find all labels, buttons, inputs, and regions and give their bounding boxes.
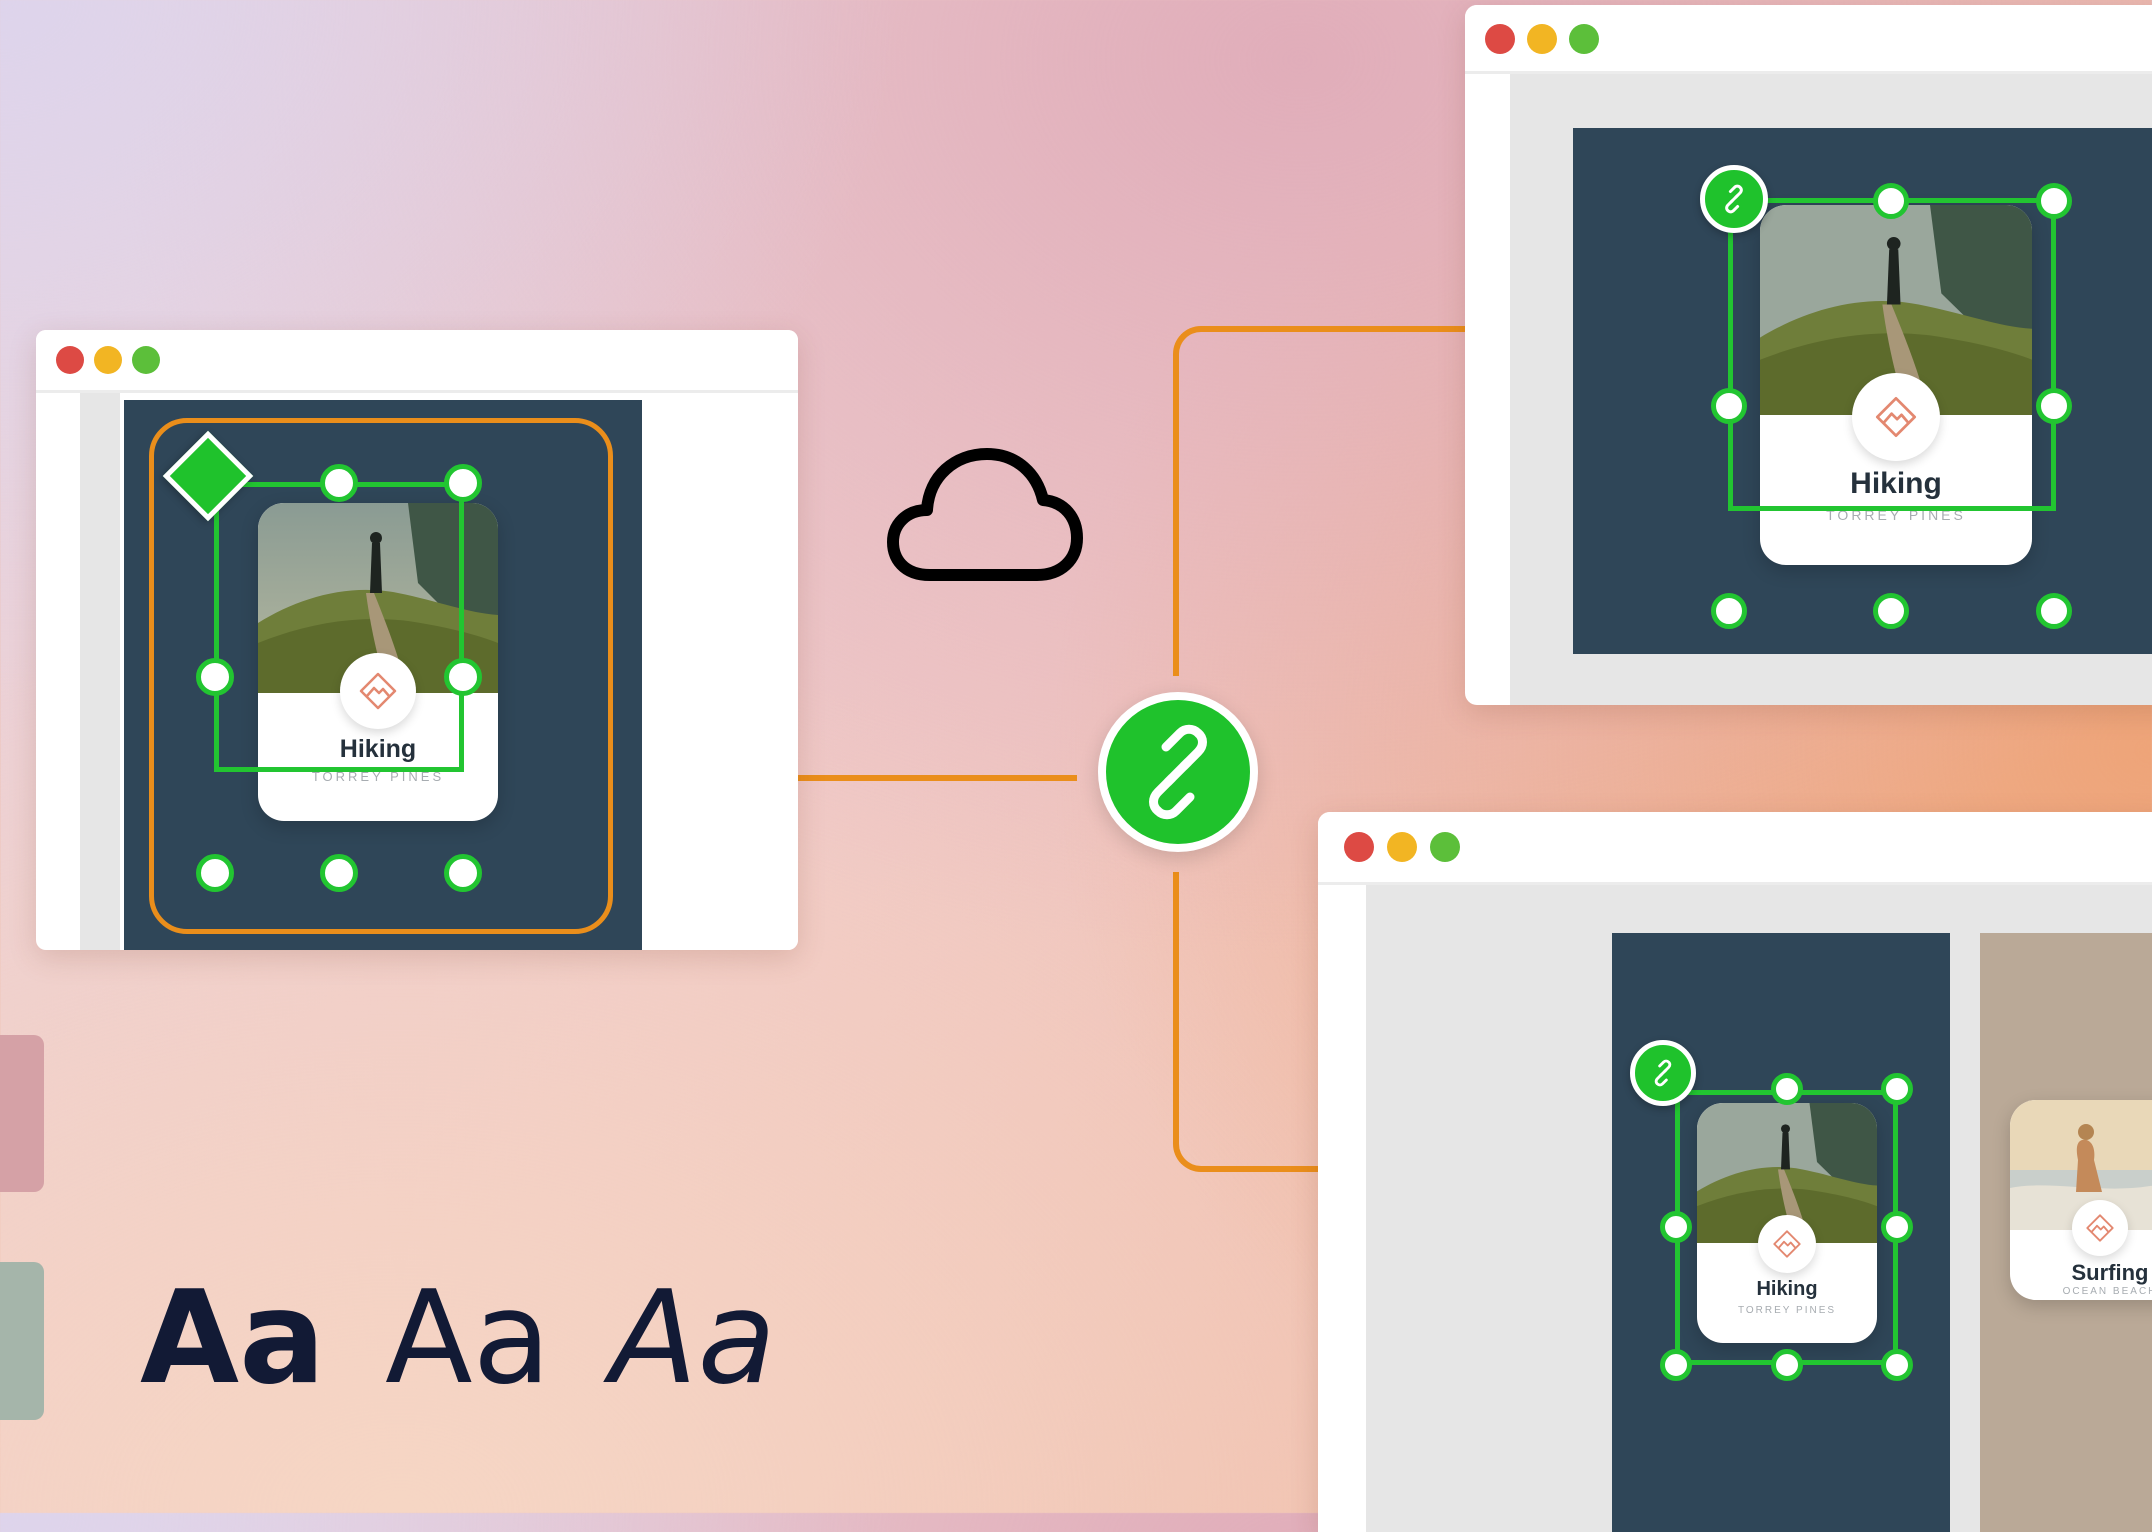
maximize-button[interactable]: [1569, 24, 1599, 54]
resize-handle-bottom-middle[interactable]: [1771, 1349, 1803, 1381]
resize-handle-top-middle[interactable]: [1873, 183, 1909, 219]
resize-handle-bottom-right[interactable]: [1881, 1349, 1913, 1381]
card-title: Surfing: [2071, 1260, 2149, 1285]
selection-box: [1728, 198, 2056, 511]
bottom-instance-window: Hiking TORREY PINES Surfing OCEAN BEACH: [1318, 812, 2152, 1532]
selection-box: [214, 482, 464, 772]
sidebar-panel: [80, 393, 120, 950]
resize-handle-top-middle[interactable]: [1771, 1073, 1803, 1105]
card-badge: [2072, 1200, 2128, 1256]
color-swatch-sage[interactable]: [0, 1262, 44, 1420]
right-panel: [642, 393, 798, 950]
canvas-area: Hiking TORREY PINES: [124, 400, 642, 950]
link-node-button[interactable]: [1098, 692, 1258, 852]
close-button[interactable]: [1344, 832, 1374, 862]
canvas-area: Hiking TORREY PINES: [1612, 933, 1950, 1532]
top-instance-window: Hiking TORREY PINES: [1465, 5, 2152, 705]
font-sample-light-italic[interactable]: Aa: [610, 1275, 776, 1403]
maximize-button[interactable]: [132, 346, 160, 374]
minimize-button[interactable]: [94, 346, 122, 374]
resize-handle-middle-right[interactable]: [444, 658, 482, 696]
mountain-icon: [2086, 1214, 2114, 1242]
resize-handle-bottom-middle[interactable]: [320, 854, 358, 892]
font-sample-bold[interactable]: Aa: [140, 1275, 325, 1403]
linked-instance-badge[interactable]: [1700, 165, 1768, 233]
resize-handle-middle-right[interactable]: [1881, 1211, 1913, 1243]
close-button[interactable]: [56, 346, 84, 374]
resize-handle-top-right[interactable]: [444, 464, 482, 502]
cloud-icon: [887, 448, 1083, 581]
resize-handle-top-right[interactable]: [1881, 1073, 1913, 1105]
link-icon: [1725, 184, 1743, 214]
resize-handle-middle-right[interactable]: [2036, 388, 2072, 424]
surfing-card[interactable]: Surfing OCEAN BEACH: [2010, 1100, 2152, 1300]
resize-handle-bottom-left[interactable]: [1711, 593, 1747, 629]
link-icon: [1149, 724, 1207, 820]
minimize-button[interactable]: [1387, 832, 1417, 862]
window-titlebar: [1465, 5, 2152, 74]
resize-handle-middle-left[interactable]: [1711, 388, 1747, 424]
window-titlebar: [36, 330, 798, 393]
resize-handle-middle-left[interactable]: [1660, 1211, 1692, 1243]
link-icon: [1654, 1059, 1672, 1087]
resize-handle-bottom-left[interactable]: [1660, 1349, 1692, 1381]
resize-handle-bottom-left[interactable]: [196, 854, 234, 892]
close-button[interactable]: [1485, 24, 1515, 54]
window-titlebar: [1318, 812, 2152, 885]
canvas-area: Hiking TORREY PINES: [1573, 128, 2152, 654]
color-swatch-rose[interactable]: [0, 1035, 44, 1192]
resize-handle-bottom-right[interactable]: [444, 854, 482, 892]
card-subtitle: OCEAN BEACH: [2062, 1286, 2152, 1297]
source-window: Hiking TORREY PINES: [36, 330, 798, 950]
resize-handle-top-middle[interactable]: [320, 464, 358, 502]
selection-box: [1675, 1090, 1898, 1365]
maximize-button[interactable]: [1430, 832, 1460, 862]
font-sample-regular[interactable]: Aa: [385, 1275, 551, 1403]
linked-instance-badge[interactable]: [1630, 1040, 1696, 1106]
resize-handle-bottom-middle[interactable]: [1873, 593, 1909, 629]
resize-handle-middle-left[interactable]: [196, 658, 234, 696]
second-canvas-area: Surfing OCEAN BEACH: [1980, 933, 2152, 1532]
minimize-button[interactable]: [1527, 24, 1557, 54]
resize-handle-top-right[interactable]: [2036, 183, 2072, 219]
resize-handle-bottom-right[interactable]: [2036, 593, 2072, 629]
